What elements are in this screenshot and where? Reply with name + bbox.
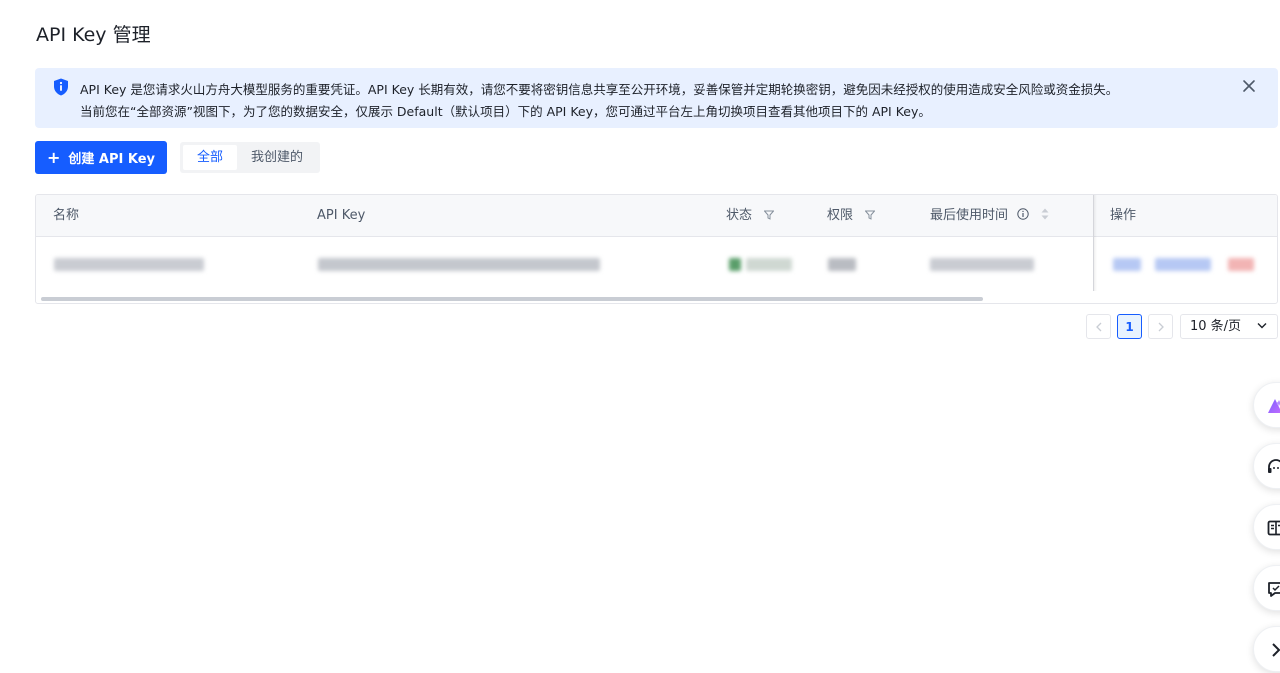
column-header-last-used: 最后使用时间 <box>930 195 1049 237</box>
tab-all[interactable]: 全部 <box>183 145 238 170</box>
headset-icon <box>1268 459 1280 473</box>
table-row <box>36 238 1277 290</box>
ai-assistant-icon <box>1268 399 1280 413</box>
status-dot-redacted <box>729 258 741 271</box>
page-title: API Key 管理 <box>36 24 151 46</box>
column-header-permission: 权限 <box>827 195 876 237</box>
create-api-key-label: 创建 API Key <box>68 152 156 167</box>
column-header-name: 名称 <box>53 208 80 223</box>
notice-banner: API Key 是您请求火山方舟大模型服务的重要凭证。API Key 长期有效，… <box>35 68 1278 128</box>
api-key-cell-redacted <box>318 258 600 271</box>
filter-tabs: 全部 我创建的 <box>180 142 321 173</box>
docs-float-button[interactable] <box>1253 504 1280 550</box>
chevron-right-icon <box>1272 643 1280 657</box>
last-used-cell-redacted <box>930 258 1034 271</box>
help-circle-icon[interactable] <box>1017 208 1029 220</box>
plus-icon: + <box>46 147 61 167</box>
table-header: 名称 API Key 状态 权限 最后使用时间 操作 <box>36 195 1277 237</box>
feedback-message-icon <box>1268 582 1280 597</box>
status-cell-redacted <box>746 258 792 271</box>
feedback-float-button[interactable] <box>1253 565 1280 611</box>
close-icon[interactable] <box>1242 79 1256 93</box>
api-key-table: 名称 API Key 状态 权限 最后使用时间 操作 <box>35 194 1278 304</box>
collapse-float-button[interactable] <box>1253 626 1280 672</box>
column-header-status: 状态 <box>726 195 775 237</box>
create-api-key-button[interactable]: + 创建 API Key <box>35 141 167 174</box>
delete-action-redacted[interactable] <box>1228 258 1254 271</box>
action-link-redacted[interactable] <box>1113 258 1141 271</box>
page-size-value: 10 条/页 <box>1190 319 1242 334</box>
permission-cell-redacted <box>828 258 856 271</box>
notice-text-line-2: 当前您在“全部资源”视图下，为了您的数据安全，仅展示 Default（默认项目）… <box>80 104 931 119</box>
prev-page-button[interactable] <box>1086 314 1111 339</box>
filter-icon[interactable] <box>764 210 775 220</box>
chevron-down-icon <box>1257 323 1267 329</box>
next-page-button[interactable] <box>1148 314 1173 339</box>
sort-icon[interactable] <box>1041 208 1049 220</box>
notice-text-line-1: API Key 是您请求火山方舟大模型服务的重要凭证。API Key 长期有效，… <box>80 82 1119 97</box>
ai-assistant-float-button[interactable] <box>1253 382 1280 428</box>
shield-info-icon <box>54 78 68 96</box>
fixed-column-shadow <box>1093 195 1097 291</box>
filter-icon[interactable] <box>865 210 876 220</box>
name-cell-redacted <box>54 258 204 271</box>
horizontal-scrollbar[interactable] <box>41 297 983 301</box>
column-header-api-key: API Key <box>317 208 366 223</box>
book-icon <box>1267 520 1280 536</box>
column-header-actions: 操作 <box>1110 208 1137 223</box>
chevron-right-icon <box>1158 322 1164 331</box>
action-link-redacted[interactable] <box>1155 258 1211 271</box>
chevron-left-icon <box>1095 322 1101 331</box>
page-size-select[interactable]: 10 条/页 <box>1180 314 1278 339</box>
page-number-button[interactable]: 1 <box>1117 314 1142 339</box>
tab-created-by-me[interactable]: 我创建的 <box>237 145 317 170</box>
customer-service-float-button[interactable] <box>1253 443 1280 489</box>
